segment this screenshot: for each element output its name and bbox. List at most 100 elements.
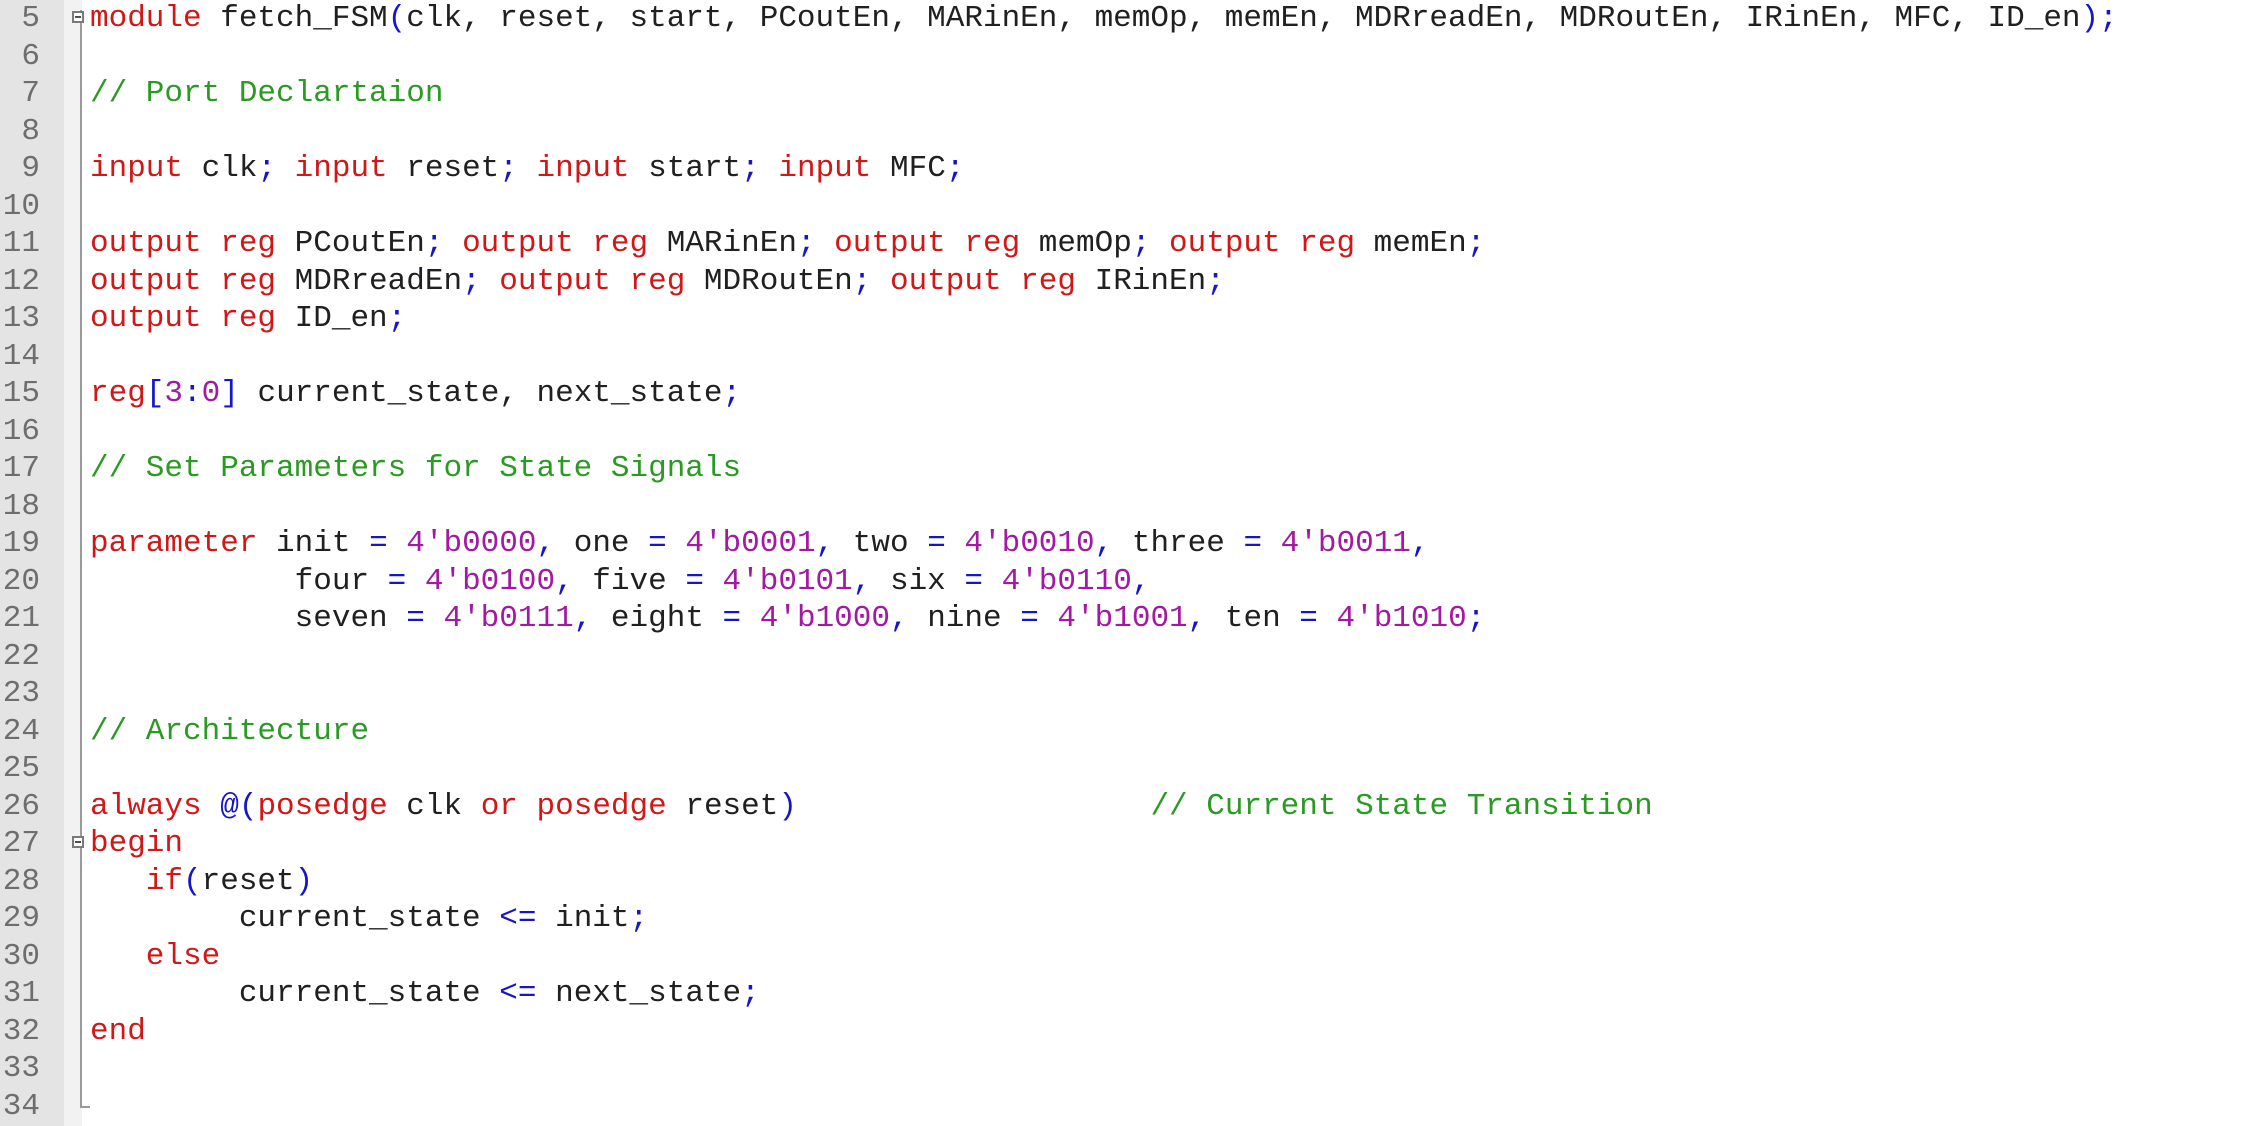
code-text: // Port Declartaion xyxy=(90,75,443,113)
code-token: = xyxy=(648,526,667,561)
line-number: 6 xyxy=(21,38,40,74)
code-token: , xyxy=(573,601,593,636)
code-token: else xyxy=(90,938,221,974)
code-line[interactable]: 16 xyxy=(0,413,2262,451)
code-text: always @(posedge clk or posedge reset) /… xyxy=(90,788,1653,826)
code-token: five xyxy=(573,563,686,599)
fold-collapse-icon[interactable] xyxy=(72,11,84,23)
code-token: MARinEn xyxy=(648,226,797,261)
line-number: 27 xyxy=(2,826,40,861)
line-number: 5 xyxy=(21,1,40,36)
code-token: input xyxy=(90,151,184,186)
code-line[interactable]: 6 xyxy=(0,38,2262,76)
code-token: output reg xyxy=(90,263,277,299)
code-token: 4'b1001 xyxy=(1038,601,1188,636)
code-token: 4'b0010 xyxy=(945,526,1095,561)
code-line[interactable]: 32 end xyxy=(0,1013,2262,1051)
code-line[interactable]: 23 xyxy=(0,675,2262,713)
code-line[interactable]: 15 reg[3:0] current_state, next_state; xyxy=(0,375,2262,413)
code-token: clk xyxy=(387,788,481,824)
code-token: , xyxy=(555,563,574,599)
code-token: clk xyxy=(183,151,258,186)
code-token: ( xyxy=(183,863,202,899)
code-line[interactable]: 29 current_state <= init; xyxy=(0,900,2262,938)
code-token: fetch_FSM xyxy=(201,1,388,36)
code-token: seven xyxy=(90,601,407,636)
code-line[interactable]: 14 xyxy=(0,338,2262,376)
code-line[interactable]: 9 input clk; input reset; input start; in… xyxy=(0,150,2262,188)
code-line[interactable]: 19 parameter init = 4'b0000, one = 4'b000… xyxy=(0,525,2262,563)
code-line[interactable]: 10 xyxy=(0,188,2262,226)
code-line[interactable]: 21 seven = 4'b0111, eight = 4'b1000, nin… xyxy=(0,600,2262,638)
code-line[interactable]: 12 output reg MDRreadEn; output reg MDRou… xyxy=(0,263,2262,301)
code-token: output reg xyxy=(90,301,277,336)
code-token: module xyxy=(90,1,202,36)
line-number: 11 xyxy=(2,226,40,261)
code-token: memOp xyxy=(1020,226,1132,261)
code-token: MDRoutEn xyxy=(685,263,853,299)
code-line[interactable]: 8 xyxy=(0,113,2262,151)
code-line[interactable]: 13 output reg ID_en; xyxy=(0,300,2262,338)
code-token: nine xyxy=(908,601,1021,636)
code-token: , xyxy=(815,526,835,561)
code-token: ; xyxy=(424,226,444,261)
code-line[interactable]: 31 current_state <= next_state; xyxy=(0,975,2262,1013)
code-line[interactable]: 18 xyxy=(0,488,2262,526)
code-text: output reg MDRreadEn; output reg MDRoutE… xyxy=(90,263,1225,301)
code-token: ; xyxy=(741,976,760,1011)
code-token: ); xyxy=(2080,1,2118,36)
code-token: one xyxy=(555,526,649,561)
line-number: 22 xyxy=(2,638,40,674)
code-token: 4'b0101 xyxy=(703,563,853,599)
code-token: ) xyxy=(294,863,314,899)
line-number: 14 xyxy=(2,338,40,374)
line-number: 29 xyxy=(2,901,40,936)
code-editor[interactable]: 5 module fetch_FSM ( clk, reset, start, PCo… xyxy=(0,0,2262,1126)
line-number: 9 xyxy=(21,151,40,186)
code-token: if xyxy=(90,863,184,899)
line-number: 31 xyxy=(2,976,40,1011)
code-token: posedge xyxy=(517,788,667,824)
code-line[interactable]: 34 xyxy=(0,1088,2262,1126)
line-number: 8 xyxy=(21,113,40,149)
code-token: posedge xyxy=(257,788,388,824)
code-line[interactable]: 22 xyxy=(0,638,2262,676)
code-token: ; xyxy=(1131,226,1151,261)
code-line[interactable]: 25 xyxy=(0,750,2262,788)
code-token: clk, reset, start, PCoutEn, MARinEn, mem… xyxy=(406,1,2081,36)
code-line[interactable]: 27 begin xyxy=(0,825,2262,863)
line-number: 7 xyxy=(21,76,40,111)
code-token: ; xyxy=(499,151,518,186)
code-line[interactable]: 24 // Architecture xyxy=(0,713,2262,751)
code-token: // Set Parameters for State Signals xyxy=(90,451,742,486)
code-token: start xyxy=(629,151,742,186)
code-token: , xyxy=(1131,563,1151,599)
line-number: 13 xyxy=(2,301,40,336)
code-token: eight xyxy=(592,601,723,636)
code-text: if(reset) xyxy=(90,863,313,901)
code-line[interactable]: 7 // Port Declartaion xyxy=(0,75,2262,113)
fold-end-marker xyxy=(80,1105,90,1108)
code-line[interactable]: 20 four = 4'b0100, five = 4'b0101, six =… xyxy=(0,563,2262,601)
code-line[interactable]: 28 if(reset) xyxy=(0,863,2262,901)
code-text: else xyxy=(90,938,220,976)
code-token: memEn xyxy=(1355,226,1467,261)
code-line[interactable]: 11 output reg PCoutEn; output reg MARinEn… xyxy=(0,225,2262,263)
line-number: 18 xyxy=(2,488,40,524)
code-token: = xyxy=(1020,601,1039,636)
code-line[interactable]: 30 else xyxy=(0,938,2262,976)
code-line[interactable]: 33 xyxy=(0,1050,2262,1088)
code-token: init xyxy=(257,526,370,561)
code-token: ) xyxy=(778,788,797,824)
code-text: end xyxy=(90,1013,146,1051)
code-line[interactable]: 5 module fetch_FSM(clk, reset, start, PCo… xyxy=(0,0,2262,38)
code-token: ; xyxy=(387,301,407,336)
line-number: 15 xyxy=(2,376,40,411)
code-line[interactable]: 26 always @(posedge clk or posedge reset)… xyxy=(0,788,2262,826)
line-number: 12 xyxy=(2,263,40,299)
code-token: // Architecture xyxy=(90,713,370,749)
code-line[interactable]: 17 // Set Parameters for State Signals xyxy=(0,450,2262,488)
code-token: ] xyxy=(220,376,239,411)
line-number: 16 xyxy=(2,413,40,449)
fold-collapse-icon[interactable] xyxy=(72,836,84,848)
